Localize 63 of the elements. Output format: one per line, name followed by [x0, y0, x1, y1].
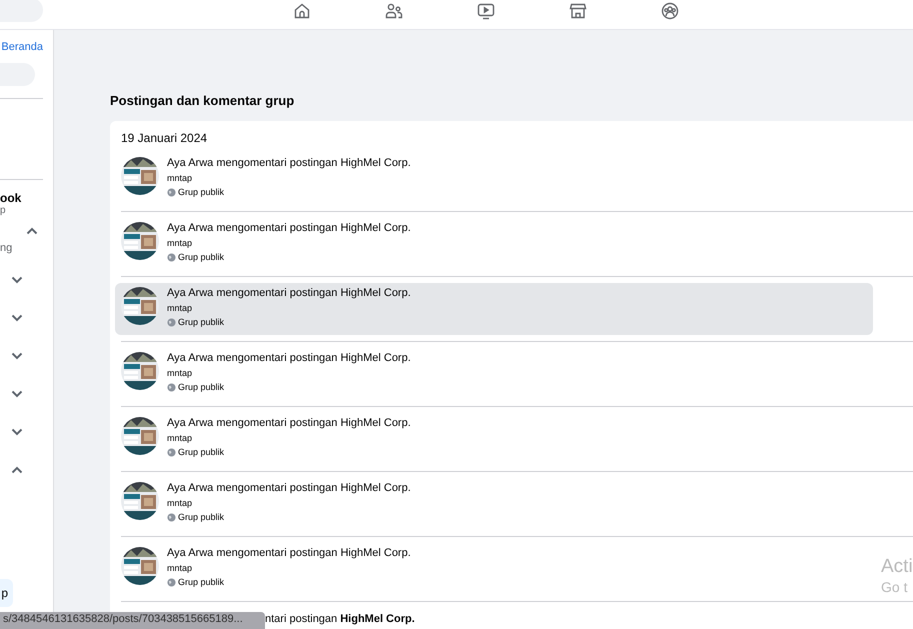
nav-tab[interactable]	[385, 2, 403, 20]
audience-label: Grup publik	[178, 446, 224, 459]
nav-tab[interactable]	[569, 2, 587, 20]
url-tooltip: s/3484546131635828/posts/703438515665189...	[0, 612, 265, 629]
nav-tab[interactable]	[477, 2, 495, 20]
activity-row[interactable]: Aya Arwa mengomentari postingan HighMel Corp. mntap Grup publik	[115, 413, 873, 465]
activity-text: Aya Arwa mengomentari postingan HighMel Corp.	[167, 416, 411, 431]
nav-tab[interactable]	[661, 2, 679, 20]
comment-text: mntap	[167, 237, 192, 250]
video-icon	[477, 2, 495, 20]
date-heading: 19 Januari 2024	[120, 131, 208, 147]
activity-text: ntari postingan HighMel Corp.	[265, 613, 415, 625]
audience-label: Grup publik	[178, 576, 224, 589]
activity-text: Aya Arwa mengomentari postingan HighMel Corp.	[167, 546, 411, 561]
chevron-down-icon[interactable]	[11, 276, 23, 284]
page-title: Postingan dan komentar grup	[110, 93, 296, 110]
audience-label: Grup publik	[178, 316, 224, 329]
activity-text: Aya Arwa mengomentari postingan HighMel Corp.	[167, 286, 411, 301]
people-icon	[385, 2, 403, 20]
chevron-down-icon[interactable]	[11, 428, 23, 436]
activity-row[interactable]: Aya Arwa mengomentari postingan HighMel Corp. mntap Grup publik	[115, 153, 873, 205]
globe-icon	[167, 188, 176, 196]
globe-icon	[167, 578, 176, 586]
comment-text: mntap	[167, 497, 192, 510]
globe-icon	[167, 318, 176, 326]
store-icon	[569, 2, 587, 20]
sidebar-heading: ook	[0, 191, 22, 205]
activity-text: Aya Arwa mengomentari postingan HighMel Corp.	[167, 481, 411, 496]
activity-row[interactable]: Aya Arwa mengomentari postingan HighMel Corp. mntap Grup publik	[115, 543, 873, 595]
home-link[interactable]: Beranda	[1, 41, 43, 55]
activation-notice: Acti	[881, 556, 913, 578]
sidebar-subheading: p	[0, 205, 6, 216]
comment-text: mntap	[167, 302, 192, 315]
activity-text: Aya Arwa mengomentari postingan HighMel Corp.	[167, 221, 411, 236]
audience-label: Grup publik	[178, 511, 224, 524]
nav-tab[interactable]	[293, 2, 311, 20]
group-icon	[661, 2, 679, 20]
globe-icon	[167, 448, 176, 456]
home-icon	[293, 2, 311, 20]
activity-row[interactable]: Aya Arwa mengomentari postingan HighMel Corp. mntap Grup publik	[115, 283, 873, 335]
comment-text: mntap	[167, 367, 192, 380]
chevron-up-icon[interactable]	[26, 227, 38, 235]
activity-row[interactable]: Aya Arwa mengomentari postingan HighMel Corp. mntap Grup publik	[115, 348, 873, 400]
globe-icon	[167, 382, 176, 392]
activity-row[interactable]: Aya Arwa mengomentari postingan HighMel Corp. mntap Grup publik	[115, 218, 873, 270]
comment-text: mntap	[167, 432, 192, 445]
chevron-down-icon[interactable]	[11, 352, 23, 360]
globe-icon	[167, 252, 176, 262]
comment-text: mntap	[167, 562, 192, 575]
activity-text: Aya Arwa mengomentari postingan HighMel Corp.	[167, 156, 411, 171]
activation-notice: Go t	[881, 578, 908, 596]
chevron-down-icon[interactable]	[11, 390, 23, 398]
audience-label: Grup publik	[178, 381, 224, 394]
audience-label: Grup publik	[178, 251, 224, 264]
activity-text: Aya Arwa mengomentari postingan HighMel Corp.	[167, 351, 411, 366]
comment-text: mntap	[167, 172, 192, 185]
chevron-down-icon[interactable]	[11, 314, 23, 322]
chevron-up-icon[interactable]	[11, 466, 23, 474]
audience-label: Grup publik	[178, 186, 224, 199]
activity-row[interactable]: Aya Arwa mengomentari postingan HighMel Corp. mntap Grup publik	[115, 478, 873, 530]
sidebar-button[interactable]: p	[0, 579, 13, 607]
globe-icon	[167, 512, 176, 522]
sidebar-item[interactable]: ng	[0, 242, 12, 254]
